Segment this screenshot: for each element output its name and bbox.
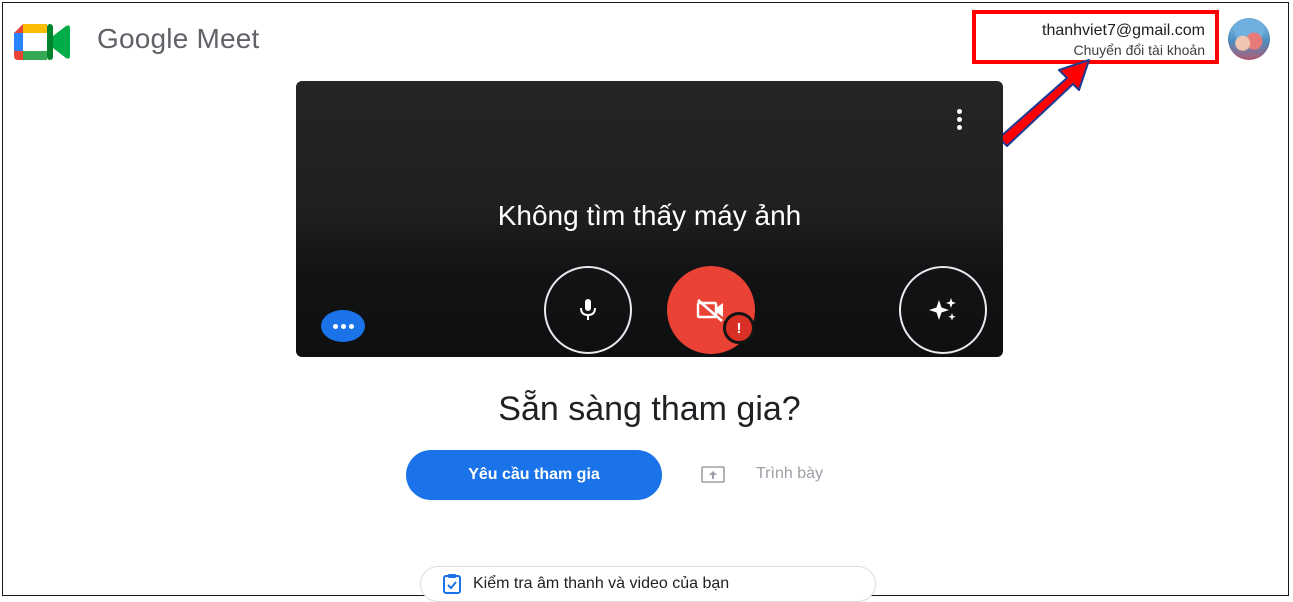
check-audio-video-button[interactable]: Kiểm tra âm thanh và video của bạn	[420, 566, 876, 602]
visual-effects-button[interactable]	[899, 266, 987, 354]
present-button[interactable]: Trình bày	[700, 458, 823, 490]
camera-status-text: Không tìm thấy máy ảnh	[497, 200, 802, 231]
camera-error-badge: !	[723, 312, 755, 344]
app-name: Google Meet	[97, 23, 260, 54]
check-audio-video-label: Kiểm tra âm thanh và video của bạn	[473, 575, 730, 592]
more-vert-icon[interactable]	[949, 107, 969, 131]
microphone-button[interactable]	[544, 266, 632, 354]
header: Google Meet thanhviet7@gmail.com Chuyển …	[0, 0, 1293, 80]
mic-icon	[580, 299, 596, 320]
sparkle-icon	[929, 298, 956, 321]
more-horiz-icon	[332, 323, 338, 329]
annotation-arrow-icon	[998, 59, 1090, 147]
ready-to-join-heading: Sẵn sàng tham gia?	[498, 390, 801, 428]
present-screen-icon	[701, 466, 725, 483]
ask-to-join-button[interactable]: Yêu cầu tham gia	[406, 450, 662, 500]
clipboard-check-icon	[443, 574, 461, 594]
account-email: thanhviet7@gmail.com	[1042, 22, 1205, 39]
camera-off-icon	[696, 299, 723, 322]
google-meet-logo[interactable]	[14, 24, 80, 60]
avatar[interactable]	[1228, 18, 1270, 60]
more-options-button[interactable]	[321, 310, 365, 342]
present-label: Trình bày	[756, 465, 823, 482]
